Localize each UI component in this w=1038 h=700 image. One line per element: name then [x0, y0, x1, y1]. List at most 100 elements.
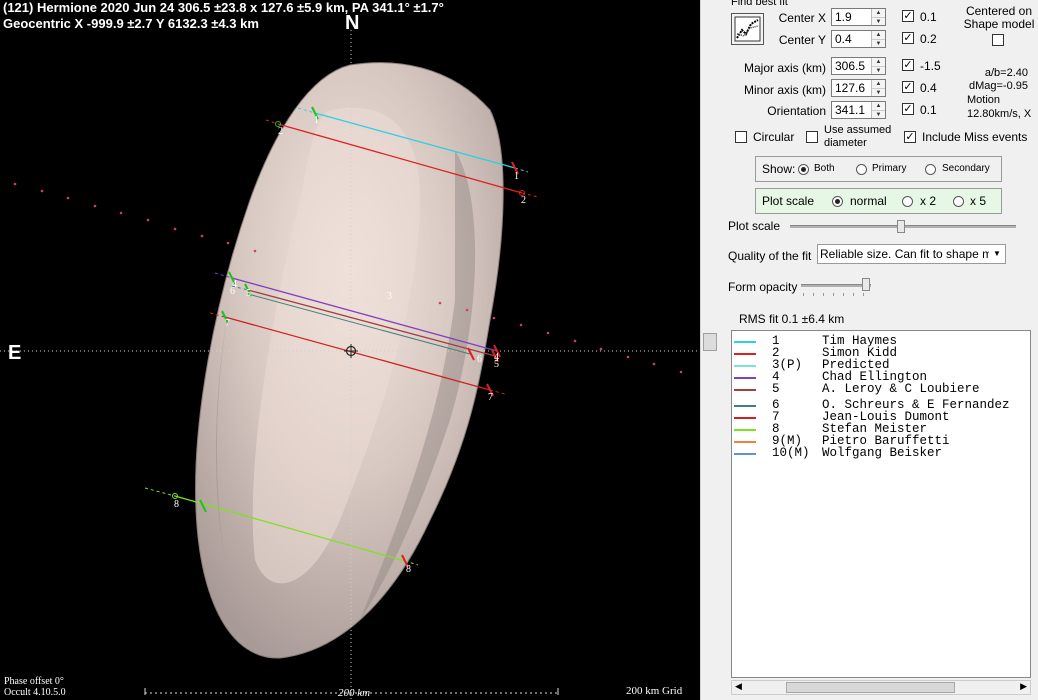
spin-up-icon[interactable]: ▲ [872, 9, 885, 17]
chord-label: 5 [494, 359, 499, 370]
minor-axis-spinner[interactable]: 127.6 ▲ ▼ [831, 79, 886, 97]
delta-magnitude: dMag=-0.95 [968, 80, 1028, 92]
legend-color-swatch [734, 365, 756, 367]
chord-label: 2 [278, 126, 283, 137]
minor-axis-value: 127.6 [835, 81, 866, 95]
spin-down-icon[interactable]: ▼ [872, 110, 885, 119]
centered-on-shape-checkbox[interactable] [992, 34, 1004, 46]
center-y-label: Center Y [778, 33, 826, 47]
plot-scale-x5-radio[interactable] [953, 196, 964, 207]
show-secondary-radio[interactable] [925, 164, 936, 175]
spin-up-icon[interactable]: ▲ [872, 80, 885, 88]
use-assumed-diameter-checkbox[interactable] [806, 131, 818, 143]
legend-color-swatch [734, 341, 756, 343]
spin-up-icon[interactable]: ▲ [872, 31, 885, 39]
splitter-thumb[interactable] [703, 333, 717, 351]
spin-up-icon[interactable]: ▲ [872, 102, 885, 110]
scale-label: 200 km [338, 687, 371, 699]
chord-label: 8 [174, 499, 179, 510]
spin-down-icon[interactable]: ▼ [872, 66, 885, 75]
event-title: (121) Hermione 2020 Jun 24 306.5 ±23.8 x… [3, 0, 444, 15]
plot-scale-x2-radio[interactable] [902, 196, 913, 207]
axis-ratio: a/b=2.40 [984, 67, 1028, 79]
legend-number: 5 [772, 382, 780, 396]
minor-axis-step: 0.4 [920, 81, 937, 95]
centered-on-shape-label: Centered on Shape model [963, 4, 1035, 31]
motion-value: 12.80km/s, X [967, 108, 1032, 120]
chord-label: 6 [477, 354, 482, 365]
plot-scale-normal-radio[interactable] [832, 196, 843, 207]
scroll-left-icon[interactable]: ◀ [735, 681, 742, 692]
legend-horizontal-scrollbar[interactable]: ◀ ▶ [731, 680, 1031, 695]
include-miss-events-label: Include Miss events [922, 130, 1028, 144]
chord-label: 6 [230, 286, 235, 297]
legend-number: 10(M) [772, 446, 810, 460]
quality-of-fit-value: Reliable size. Can fit to shape mode [820, 247, 1006, 261]
use-assumed-diameter-label: Use assumed diameter [824, 124, 892, 149]
chord-label: 7 [488, 392, 493, 403]
chord-label: 1 [314, 115, 319, 126]
minor-axis-label: Minor axis (km) [743, 83, 826, 97]
form-opacity-label: Form opacity [728, 280, 798, 294]
center-x-spinner[interactable]: 1.9 ▲ ▼ [831, 8, 886, 26]
plot-scale-x5-label: x 5 [970, 194, 987, 208]
version-text: Occult 4.10.5.0 [4, 687, 66, 698]
circular-label: Circular [753, 130, 795, 144]
plot-scale-normal-label: normal [850, 194, 887, 208]
center-y-spinner[interactable]: 0.4 ▲ ▼ [831, 30, 886, 48]
center-y-step-checkbox[interactable]: ✓ [902, 32, 914, 44]
chevron-down-icon[interactable]: ▼ [989, 245, 1005, 263]
legend-color-swatch [734, 353, 756, 355]
splitter-scrollbar[interactable] [700, 0, 718, 700]
plot-scale-slider-label: Plot scale [728, 219, 781, 233]
plot-scale-group-label: Plot scale [762, 194, 815, 208]
legend-color-swatch [734, 453, 756, 455]
scroll-right-icon[interactable]: ▶ [1020, 681, 1027, 692]
spin-down-icon[interactable]: ▼ [872, 88, 885, 97]
legend-color-swatch [734, 389, 756, 391]
legend-color-swatch [734, 377, 756, 379]
legend-observer-name: Wolfgang Beisker [822, 446, 943, 460]
plot-scale-slider-thumb[interactable] [897, 220, 905, 233]
major-axis-step-checkbox[interactable]: ✓ [902, 59, 914, 71]
show-label: Show: [762, 162, 796, 176]
motion-label: Motion [967, 94, 1001, 106]
include-miss-events-checkbox[interactable]: ✓ [904, 131, 916, 143]
legend-scroll-thumb[interactable] [786, 682, 955, 693]
major-axis-step: -1.5 [920, 59, 941, 73]
quality-of-fit-dropdown[interactable]: Reliable size. Can fit to shape mode ▼ [817, 244, 1006, 264]
grid-label: 200 km Grid [626, 685, 683, 697]
form-opacity-slider-thumb[interactable] [862, 278, 870, 291]
center-x-label: Center X [778, 11, 826, 25]
observer-legend-list[interactable]: 1 Tim Haymes 2 Simon Kidd 3(P) Predicted 4 Chad… [731, 330, 1031, 678]
spin-up-icon[interactable]: ▲ [872, 58, 885, 66]
show-primary-radio[interactable] [856, 164, 867, 175]
legend-color-swatch [734, 429, 756, 431]
center-x-step-checkbox[interactable]: ✓ [902, 10, 914, 22]
minor-axis-step-checkbox[interactable]: ✓ [902, 81, 914, 93]
spin-down-icon[interactable]: ▼ [872, 17, 885, 26]
legend-color-swatch [734, 441, 756, 443]
rms-fit-text: RMS fit 0.1 ±6.4 km [739, 312, 845, 326]
orientation-step-checkbox[interactable]: ✓ [902, 103, 914, 115]
major-axis-spinner[interactable]: 306.5 ▲ ▼ [831, 57, 886, 75]
circular-checkbox[interactable] [735, 131, 747, 143]
occultation-plot[interactable]: 1 1 2 2 3 4 4 5 5 6 6 7 7 8 8 (121) Herm… [0, 0, 700, 700]
find-best-fit-label: Find best fit [731, 0, 788, 8]
orientation-label: Orientation [767, 104, 826, 118]
orientation-step: 0.1 [920, 103, 937, 117]
plot-scale-x2-label: x 2 [920, 194, 937, 208]
chord-label: 2 [521, 195, 526, 206]
chord-label: 3 [387, 291, 392, 302]
geocentric-coordinates: Geocentric X -999.9 ±2.7 Y 6132.3 ±4.3 k… [3, 16, 259, 31]
show-both-radio[interactable] [798, 164, 809, 175]
orientation-spinner[interactable]: 341.1 ▲ ▼ [831, 101, 886, 119]
major-axis-label: Major axis (km) [743, 61, 826, 75]
spin-down-icon[interactable]: ▼ [872, 39, 885, 48]
chord-label: 7 [225, 318, 230, 329]
chord-label: 5 [246, 288, 251, 299]
fit-control-panel: Find best fit Center X 1.9 ▲ ▼ ✓ 0.1 Cent… [718, 0, 1038, 700]
chord-label: 8 [406, 564, 411, 575]
quality-of-fit-label: Quality of the fit [728, 249, 812, 263]
legend-observer-name: A. Leroy & C Loubiere [822, 382, 980, 396]
